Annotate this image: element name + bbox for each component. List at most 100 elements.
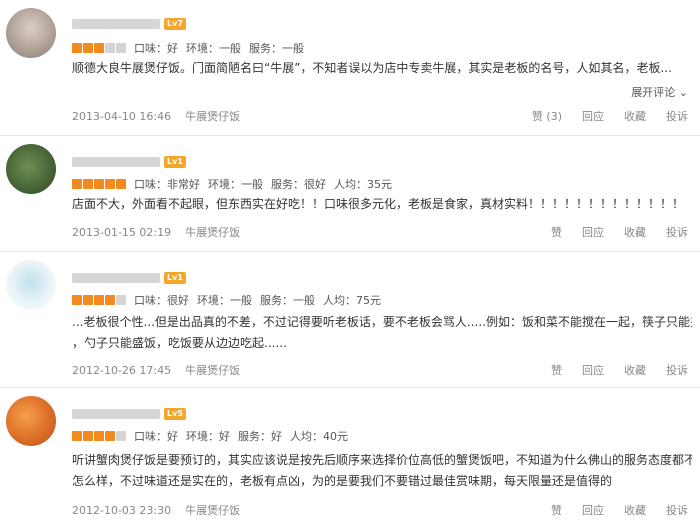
favorite-button[interactable]: 收藏: [624, 502, 646, 518]
avatar[interactable]: [6, 8, 56, 58]
rating-environment: 环境：一般: [208, 178, 263, 191]
star-icon: [105, 43, 115, 53]
review-list: Lv7 口味：好 环境：一般 服务：一般 顺德大良牛展煲仔饭。门面简陋名曰“牛展…: [0, 0, 700, 532]
star-icon: [83, 179, 93, 189]
user-row: Lv5: [72, 408, 186, 420]
review-date: 2013-04-10 16:46: [72, 109, 172, 123]
rating-environment: 环境：一般: [186, 42, 241, 55]
star-rating: [72, 179, 126, 189]
level-badge: Lv5: [164, 408, 186, 420]
reply-button[interactable]: 回应: [582, 362, 604, 378]
star-icon: [72, 431, 82, 441]
reply-button[interactable]: 回应: [582, 224, 604, 240]
rating-service: 服务：好: [238, 430, 282, 443]
star-rating: [72, 43, 126, 53]
report-button[interactable]: 投诉: [666, 108, 688, 124]
rating-row: 口味：好 环境：好 服务：好 人均：40元: [72, 428, 356, 444]
shop-link[interactable]: 牛展煲仔饭: [185, 362, 240, 378]
star-icon: [105, 179, 115, 189]
star-icon: [94, 43, 104, 53]
review-text-line: 顺德大良牛展煲仔饭。门面简陋名曰“牛展”，不知者误以为店中专卖牛展，其实是老板的…: [72, 61, 672, 75]
rating-taste: 口味：非常好: [134, 178, 200, 191]
username-blurred[interactable]: [72, 19, 160, 29]
star-icon: [116, 43, 126, 53]
user-row: Lv7: [72, 18, 186, 30]
avatar[interactable]: [6, 396, 56, 446]
star-icon: [116, 179, 126, 189]
review-text: 店面不大，外面看不起眼，但东西实在好吃！！口味很多元化，老板是食家，真材实料！！…: [72, 194, 692, 215]
star-icon: [94, 295, 104, 305]
favorite-button[interactable]: 收藏: [624, 224, 646, 240]
review-text-line: 怎么样，不过味道还是实在的，老板有点凶，为的是要我们不要错过最佳赏味期，每天限量…: [72, 474, 613, 488]
like-button[interactable]: 赞: [551, 362, 562, 378]
avatar[interactable]: [6, 144, 56, 194]
star-icon: [83, 431, 93, 441]
star-icon: [72, 43, 82, 53]
star-icon: [83, 43, 93, 53]
user-row: Lv1: [72, 156, 186, 168]
star-icon: [105, 295, 115, 305]
review-text-line: ，勺子只能盛饭，吃饭要从边边吃起......: [72, 336, 287, 350]
rating-row: 口味：好 环境：一般 服务：一般: [72, 40, 312, 56]
rating-service: 服务：很好: [271, 178, 326, 191]
user-row: Lv1: [72, 272, 186, 284]
review-footer: 2013-04-10 16:46 牛展煲仔饭 赞 (3) 回应 收藏 投诉: [72, 108, 688, 124]
review-text: 听讲蟹肉煲仔饭是要预订的，其实应该说是按先后顺序来选择价位高低的蟹煲饭吧，不知道…: [72, 450, 692, 492]
rating-environment: 环境：好: [186, 430, 230, 443]
level-badge: Lv7: [164, 18, 186, 30]
review-footer: 2012-10-03 23:30 牛展煲仔饭 赞 回应 收藏 投诉: [72, 502, 688, 518]
star-icon: [105, 431, 115, 441]
report-button[interactable]: 投诉: [666, 502, 688, 518]
star-rating: [72, 431, 126, 441]
like-button[interactable]: 赞: [551, 502, 562, 518]
expand-review-link[interactable]: 展开评论 ⌄: [631, 84, 688, 100]
username-blurred[interactable]: [72, 157, 160, 167]
rating-service: 服务：一般: [249, 42, 304, 55]
review-date: 2012-10-03 23:30: [72, 503, 172, 517]
rating-environment: 环境：一般: [197, 294, 252, 307]
review-text: ...老板很个性...但是出品真的不差，不过记得要听老板话，要不老板会骂人...…: [72, 312, 692, 354]
reply-button[interactable]: 回应: [582, 502, 604, 518]
star-icon: [94, 431, 104, 441]
star-icon: [116, 295, 126, 305]
rating-average-price: 人均：35元: [334, 178, 392, 191]
rating-taste: 口味：好: [134, 42, 178, 55]
review-text-line: 听讲蟹肉煲仔饭是要预订的，其实应该说是按先后顺序来选择价位高低的蟹煲饭吧，不知道…: [72, 453, 692, 467]
shop-link[interactable]: 牛展煲仔饭: [185, 108, 240, 124]
level-badge: Lv1: [164, 156, 186, 168]
review-footer: 2013-01-15 02:19 牛展煲仔饭 赞 回应 收藏 投诉: [72, 224, 688, 240]
rating-service: 服务：一般: [260, 294, 315, 307]
rating-average-price: 人均：75元: [323, 294, 381, 307]
like-button[interactable]: 赞: [551, 224, 562, 240]
avatar[interactable]: [6, 260, 56, 310]
report-button[interactable]: 投诉: [666, 224, 688, 240]
reply-button[interactable]: 回应: [582, 108, 604, 124]
report-button[interactable]: 投诉: [666, 362, 688, 378]
review-date: 2013-01-15 02:19: [72, 225, 172, 239]
star-icon: [94, 179, 104, 189]
review-text: 顺德大良牛展煲仔饭。门面简陋名曰“牛展”，不知者误以为店中专卖牛展，其实是老板的…: [72, 58, 692, 79]
shop-link[interactable]: 牛展煲仔饭: [185, 502, 240, 518]
star-icon: [72, 295, 82, 305]
username-blurred[interactable]: [72, 409, 160, 419]
like-button[interactable]: 赞 (3): [532, 108, 562, 124]
review-item: Lv7 口味：好 环境：一般 服务：一般 顺德大良牛展煲仔饭。门面简陋名曰“牛展…: [0, 0, 700, 136]
review-item: Lv1 口味：很好 环境：一般 服务：一般 人均：75元 ...老板很个性...…: [0, 252, 700, 388]
review-date: 2012-10-26 17:45: [72, 363, 172, 377]
review-text-line: 店面不大，外面看不起眼，但东西实在好吃！！口味很多元化，老板是食家，真材实料！！…: [72, 197, 685, 211]
star-icon: [72, 179, 82, 189]
review-item: Lv1 口味：非常好 环境：一般 服务：很好 人均：35元 店面不大，外面看不起…: [0, 136, 700, 252]
review-text-line: ...老板很个性...但是出品真的不差，不过记得要听老板话，要不老板会骂人...…: [72, 315, 692, 329]
rating-taste: 口味：好: [134, 430, 178, 443]
rating-row: 口味：很好 环境：一般 服务：一般 人均：75元: [72, 292, 389, 308]
shop-link[interactable]: 牛展煲仔饭: [185, 224, 240, 240]
favorite-button[interactable]: 收藏: [624, 108, 646, 124]
review-item: Lv5 口味：好 环境：好 服务：好 人均：40元 听讲蟹肉煲仔饭是要预订的，其…: [0, 388, 700, 532]
username-blurred[interactable]: [72, 273, 160, 283]
review-footer: 2012-10-26 17:45 牛展煲仔饭 赞 回应 收藏 投诉: [72, 362, 688, 378]
favorite-button[interactable]: 收藏: [624, 362, 646, 378]
level-badge: Lv1: [164, 272, 186, 284]
star-icon: [83, 295, 93, 305]
star-icon: [116, 431, 126, 441]
star-rating: [72, 295, 126, 305]
